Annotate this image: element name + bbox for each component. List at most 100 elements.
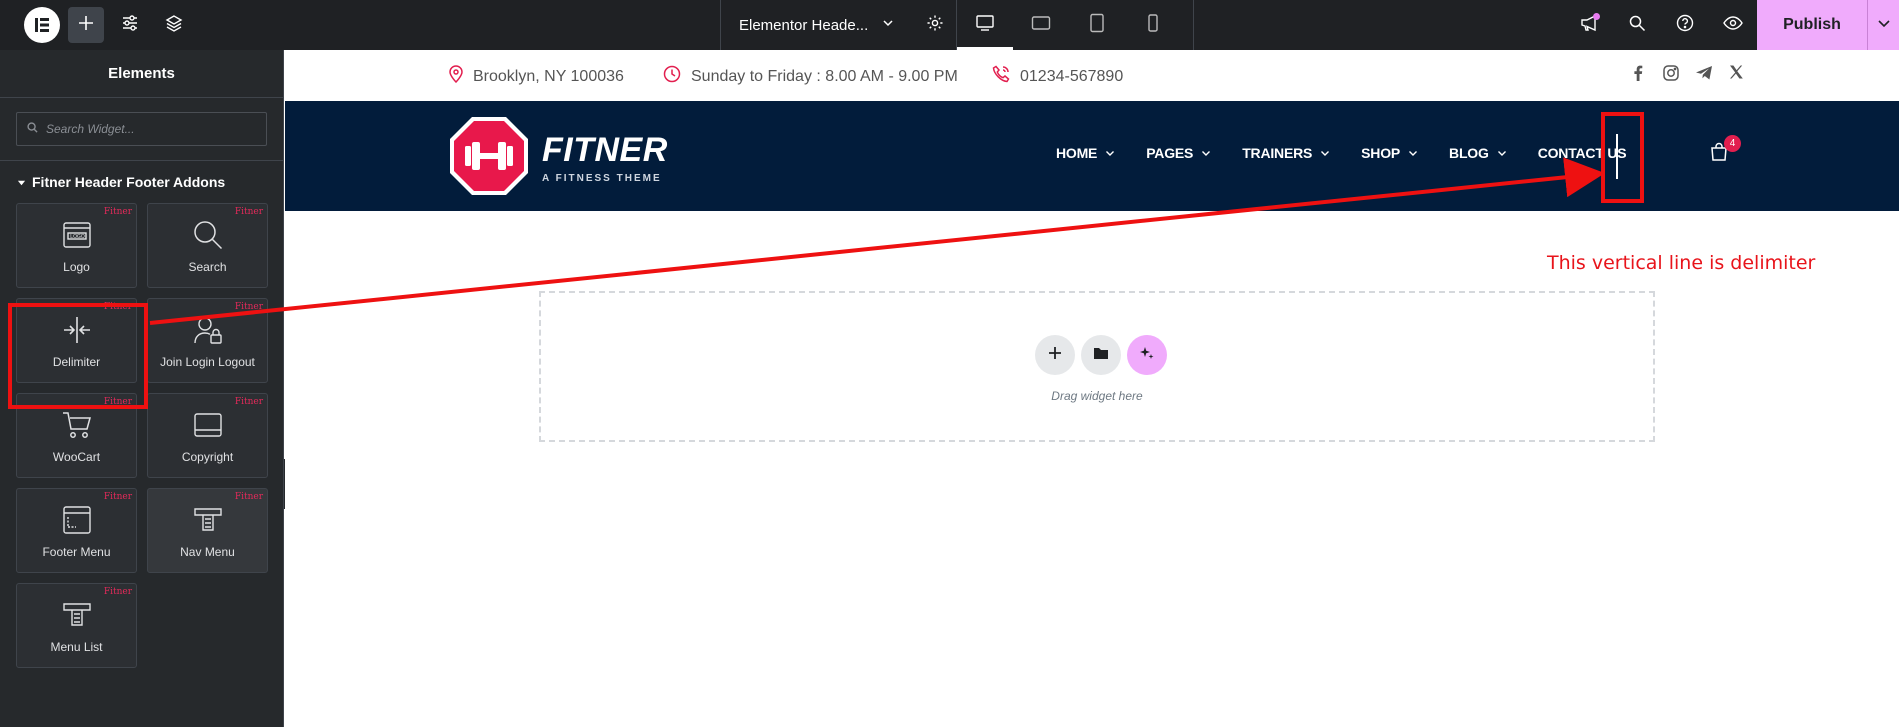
widget-join-login-logout[interactable]: Fitner Join Login Logout [147,298,268,383]
search-icon [1628,14,1646,37]
copyright-icon [191,408,225,442]
widget-label: Search [188,260,227,274]
editor-topbar: Elementor Heade... Publish [0,0,1899,50]
gear-icon[interactable] [926,14,944,37]
widget-dropzone[interactable]: Drag widget here [539,291,1655,442]
header-info-bar: Brooklyn, NY 100036 Sunday to Friday : 8… [285,50,1899,101]
instagram-icon[interactable] [1662,64,1680,87]
structure-button[interactable] [156,7,192,43]
menu-label: BLOG [1449,145,1489,161]
annotation-box-delimiter-line [1601,112,1644,203]
search-icon [27,120,38,138]
folder-icon [1093,346,1109,365]
chevron-down-icon [1105,145,1115,161]
widget-grid: Fitner LOGO Logo Fitner Search Fitner De… [0,203,283,668]
telegram-icon[interactable] [1695,64,1713,87]
user-lock-icon [191,313,225,347]
document-selector[interactable]: Elementor Heade... [720,0,957,50]
mobile-view-button[interactable] [1125,0,1181,50]
widget-label: Menu List [50,640,103,654]
tablet-portrait-view-button[interactable] [1069,0,1125,50]
ai-generate-button[interactable] [1127,335,1167,375]
chevron-down-icon [1201,145,1211,161]
widget-label: Nav Menu [180,545,235,559]
topbar-left [0,0,720,50]
menu-item-home[interactable]: HOME [1056,145,1115,161]
search-icon [191,218,225,252]
add-element-button[interactable] [68,7,104,43]
widget-logo[interactable]: Fitner LOGO Logo [16,203,137,288]
desktop-view-button[interactable] [957,0,1013,50]
menu-item-trainers[interactable]: TRAINERS [1242,145,1330,161]
site-settings-button[interactable] [112,7,148,43]
fitner-badge: Fitner [234,397,263,407]
menu-item-blog[interactable]: BLOG [1449,145,1507,161]
plus-icon [1048,346,1062,365]
location-pin-icon [449,65,463,88]
menu-label: PAGES [1146,145,1194,161]
widget-nav-menu[interactable]: Fitner Nav Menu [147,488,268,573]
brand-tagline: A FITNESS THEME [542,173,662,184]
menu-item-pages[interactable]: PAGES [1146,145,1211,161]
add-section-button[interactable] [1035,335,1075,375]
widget-search[interactable]: Fitner Search [147,203,268,288]
mobile-icon [1146,13,1160,38]
header-cart[interactable]: 4 [1710,135,1741,167]
fitner-badge: Fitner [103,207,132,217]
dumbbell-logo-icon [448,115,530,202]
add-template-button[interactable] [1081,335,1121,375]
footer-menu-icon [60,503,94,537]
svg-text:LOGO: LOGO [70,234,85,240]
fitner-badge: Fitner [234,302,263,312]
info-hours: Sunday to Friday : 8.00 AM - 9.00 PM [663,65,958,88]
category-header[interactable]: Fitner Header Footer Addons [0,161,283,203]
chevron-down-icon [1497,145,1507,161]
widget-menu-list[interactable]: Fitner Menu List [16,583,137,668]
chevron-down-icon [1408,145,1418,161]
search-wrapper [0,98,283,161]
search-input[interactable] [46,122,246,136]
tablet-portrait-icon [1089,13,1105,38]
widget-search[interactable] [16,112,267,146]
elementor-logo-icon[interactable] [24,7,60,43]
widget-copyright[interactable]: Fitner Copyright [147,393,268,478]
topbar-right: Publish [1565,0,1899,50]
tablet-landscape-icon [1031,15,1051,36]
location-text: Brooklyn, NY 100036 [473,67,624,85]
panel-title: Elements [0,50,283,98]
caret-down-icon [17,174,26,190]
publish-options-button[interactable] [1867,0,1899,50]
site-brand[interactable]: FITNER A FITNESS THEME [448,115,668,202]
menu-item-shop[interactable]: SHOP [1361,145,1418,161]
cart-count-badge: 4 [1724,135,1741,152]
menu-list-icon [60,598,94,632]
annotation-text: This vertical line is delimiter [1547,252,1816,274]
widget-label: Logo [63,260,90,274]
dropzone-hint: Drag widget here [1051,389,1143,403]
annotation-box-delimiter-widget [8,303,148,409]
notification-dot [1593,13,1600,20]
whats-new-button[interactable] [1565,0,1613,50]
category-title: Fitner Header Footer Addons [32,174,226,190]
hours-text: Sunday to Friday : 8.00 AM - 9.00 PM [691,67,958,85]
main-menu: HOME PAGES TRAINERS SHOP BLOG CONTACT US [1056,145,1627,161]
preview-button[interactable] [1709,0,1757,50]
logo-icon: LOGO [60,218,94,252]
chevron-down-icon [1877,16,1891,35]
eye-icon [1723,15,1743,35]
menu-label: SHOP [1361,145,1401,161]
tablet-landscape-view-button[interactable] [1013,0,1069,50]
finder-button[interactable] [1613,0,1661,50]
fitner-badge: Fitner [234,207,263,217]
info-phone: 01234-567890 [992,65,1123,88]
widget-label: Copyright [181,450,234,464]
x-twitter-icon[interactable] [1728,64,1744,87]
facebook-icon[interactable] [1629,64,1647,87]
help-button[interactable] [1661,0,1709,50]
layers-icon [165,14,183,37]
widget-footer-menu[interactable]: Fitner Footer Menu [16,488,137,573]
sparkle-icon [1139,345,1155,366]
publish-button[interactable]: Publish [1757,0,1867,50]
widget-label: Footer Menu [42,545,111,559]
menu-label: HOME [1056,145,1098,161]
